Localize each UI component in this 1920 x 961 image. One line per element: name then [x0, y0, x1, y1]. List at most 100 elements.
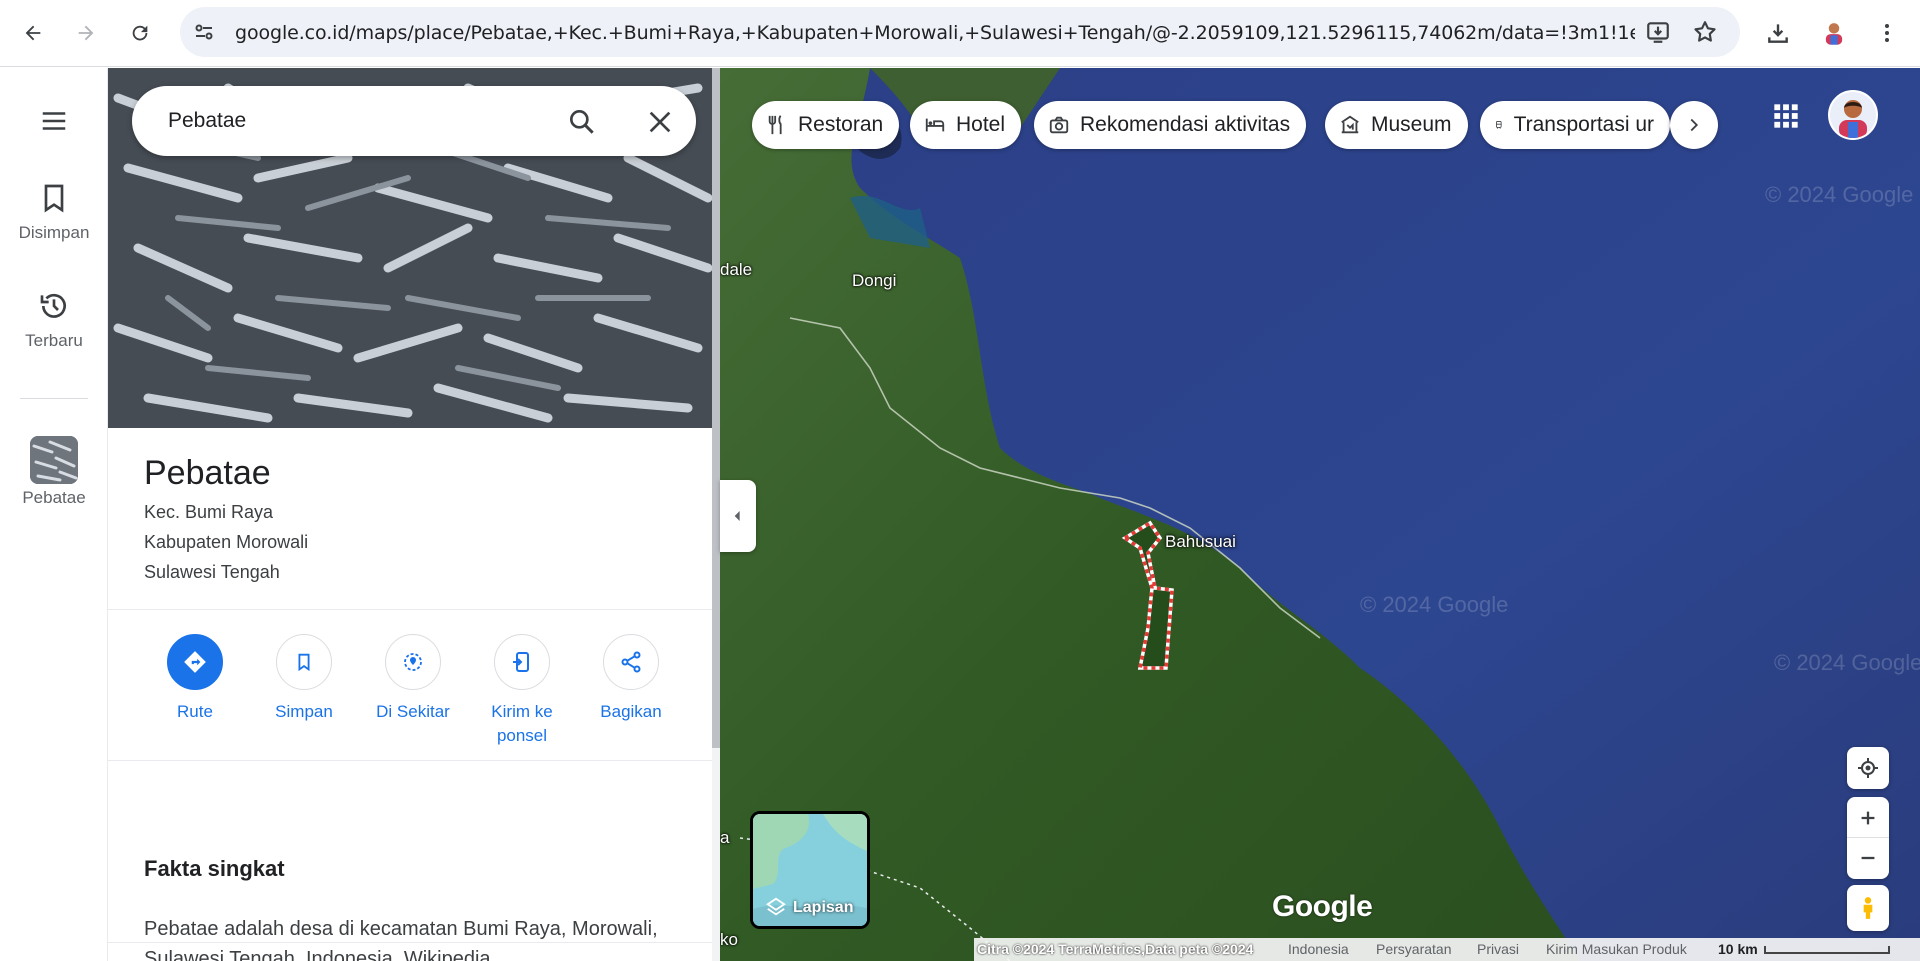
collapse-panel-button[interactable]	[720, 480, 756, 552]
star-icon[interactable]	[1692, 19, 1718, 45]
left-rail: Disimpan Terbaru Pebatae	[0, 68, 108, 961]
directions-button[interactable]: Rute	[140, 634, 250, 724]
bookmark-icon	[298, 653, 310, 672]
address-bar[interactable]: google.co.id/maps/place/Pebatae,+Kec.+Bu…	[180, 7, 1740, 57]
send-to-phone-icon	[513, 652, 529, 672]
hamburger-menu-icon	[42, 112, 66, 130]
address-line-2: Kabupaten Morowali	[144, 532, 309, 552]
zoom-out-button[interactable]	[1847, 838, 1889, 878]
forward-button[interactable]	[67, 14, 105, 52]
install-app-icon[interactable]	[1645, 19, 1671, 45]
site-info-icon[interactable]	[192, 20, 216, 44]
panel-scrollbar[interactable]	[712, 68, 720, 961]
nearby-label: Di Sekitar	[376, 702, 450, 721]
browser-toolbar: google.co.id/maps/place/Pebatae,+Kec.+Bu…	[0, 0, 1920, 67]
share-button[interactable]: Bagikan	[576, 634, 686, 724]
rail-place-label: Pebatae	[22, 488, 86, 507]
account-avatar[interactable]	[1828, 90, 1878, 140]
divider	[108, 942, 712, 943]
rail-divider	[20, 398, 88, 399]
rail-saved[interactable]: Disimpan	[0, 182, 108, 243]
map-label-ko: ko	[720, 930, 738, 949]
place-panel: Pebatae Pebatae Kec. Bumi Raya Kabupaten…	[108, 68, 720, 961]
back-button[interactable]	[14, 14, 52, 52]
map-label-dale: dale	[720, 260, 753, 279]
chips-next-button[interactable]	[1670, 101, 1718, 149]
zoom-in-button[interactable]	[1847, 798, 1889, 838]
my-location-button[interactable]	[1847, 747, 1889, 789]
camera-icon	[1049, 116, 1069, 134]
save-button[interactable]: Simpan	[249, 634, 359, 724]
profile-button[interactable]	[1815, 14, 1853, 52]
facts-heading: Fakta singkat	[144, 856, 285, 881]
chip-museums-label: Museum	[1371, 113, 1452, 136]
restaurant-icon	[768, 115, 782, 135]
chip-things-to-do-label: Rekomendasi aktivitas	[1080, 113, 1291, 136]
search-box[interactable]: Pebatae	[132, 86, 696, 156]
search-icon[interactable]	[566, 106, 598, 138]
google-logo: Google	[1272, 890, 1373, 923]
send-to-phone-button[interactable]: Kirim ke ponsel	[467, 634, 577, 748]
apps-grid-icon	[1774, 104, 1798, 128]
download-button[interactable]	[1759, 14, 1797, 52]
history-icon	[40, 293, 66, 318]
hotel-icon	[925, 118, 945, 132]
pegman-icon	[1863, 897, 1873, 919]
google-apps-button[interactable]	[1766, 96, 1806, 136]
watermark: © 2024 Google	[1774, 650, 1920, 675]
directions-icon	[184, 651, 206, 673]
chip-things-to-do[interactable]: Rekomendasi aktivitas	[1034, 101, 1307, 149]
scale-label[interactable]: 10 km	[1718, 941, 1758, 957]
feedback-link[interactable]: Kirim Masukan Produk	[1546, 941, 1687, 957]
chip-restaurants-label: Restoran	[798, 113, 884, 136]
more-vert-icon	[1885, 24, 1889, 42]
search-input[interactable]: Pebatae	[168, 109, 246, 133]
country-link[interactable]: Indonesia	[1288, 941, 1349, 957]
satellite-imagery	[720, 68, 1920, 961]
train-icon	[1495, 121, 1502, 129]
watermark: © 2024 Google	[1360, 592, 1509, 617]
watermark: © 2024 Google	[1765, 182, 1914, 207]
chip-restaurants[interactable]: Restoran	[752, 101, 900, 149]
scale-bar	[1764, 946, 1890, 954]
rail-recent[interactable]: Terbaru	[0, 290, 108, 351]
nearby-button[interactable]: Di Sekitar	[358, 634, 468, 724]
privacy-link[interactable]: Privasi	[1477, 941, 1519, 957]
map-label-dongi: Dongi	[852, 271, 897, 290]
bookmark-icon	[44, 184, 64, 213]
arrow-right-icon	[78, 25, 94, 41]
download-icon	[1768, 24, 1788, 43]
directions-label: Rute	[177, 702, 213, 721]
url-text[interactable]: google.co.id/maps/place/Pebatae,+Kec.+Bu…	[235, 22, 1635, 44]
layers-icon	[766, 897, 786, 916]
chip-hotels-label: Hotel	[956, 113, 1006, 136]
menu-button[interactable]	[0, 106, 108, 141]
rail-place-pebatae[interactable]: Pebatae	[0, 436, 108, 508]
chip-transit[interactable]: Transportasi ur	[1480, 101, 1670, 149]
chip-hotels[interactable]: Hotel	[910, 101, 1022, 149]
chip-museums[interactable]: Museum	[1325, 101, 1468, 149]
save-label: Simpan	[275, 702, 333, 721]
plus-icon	[1861, 811, 1875, 824]
map-label-a: a	[720, 828, 730, 847]
reload-button[interactable]	[121, 14, 159, 52]
layers-button[interactable]: Lapisan	[750, 811, 870, 929]
museum-icon	[1341, 115, 1359, 134]
share-icon	[621, 651, 641, 673]
divider	[108, 609, 712, 610]
wikipedia-link[interactable]: Wikipedia	[404, 948, 491, 961]
chip-transit-label: Transportasi ur	[1513, 113, 1654, 136]
send-to-phone-label: Kirim ke ponsel	[491, 702, 553, 745]
street-view-pegman[interactable]	[1847, 885, 1889, 931]
facts-description: Pebatae adalah desa di kecamatan Bumi Ra…	[144, 918, 658, 961]
map-canvas[interactable]: dale Dongi Bahusuai a ko © 2024 Google ©…	[720, 68, 1920, 961]
terms-link[interactable]: Persyaratan	[1376, 941, 1451, 957]
map-label-bahusuai: Bahusuai	[1165, 532, 1236, 551]
nearby-icon	[404, 653, 422, 671]
facts-text: Pebatae adalah desa di kecamatan Bumi Ra…	[144, 914, 692, 961]
rail-recent-label: Terbaru	[25, 331, 83, 350]
close-icon[interactable]	[644, 106, 676, 138]
minus-icon	[1861, 856, 1875, 860]
browser-menu-button[interactable]	[1868, 14, 1906, 52]
action-row: Rute Simpan Di Sekitar Kirim ke ponsel B…	[128, 634, 708, 764]
